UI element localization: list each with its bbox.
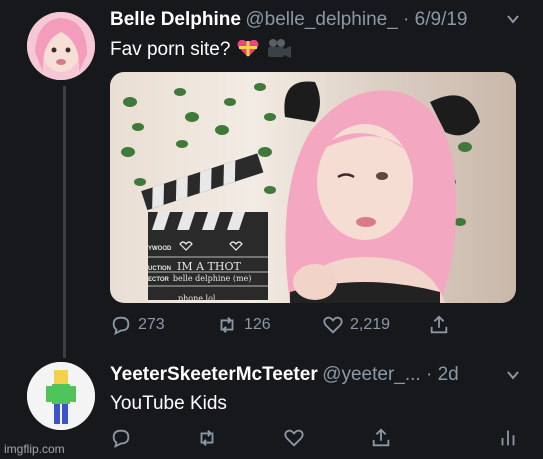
imgflip-watermark: imgflip.com xyxy=(4,442,65,456)
tweet2-header: YeeterSkeeterMcTeeter @yeeter_... · 2d xyxy=(110,364,530,390)
tweet1-like-button[interactable]: 2,219 xyxy=(322,314,390,336)
reply-icon xyxy=(112,429,130,448)
tweet2-like-button[interactable] xyxy=(283,427,305,449)
tweet2-share-button[interactable] xyxy=(370,427,392,449)
tweet1-share-button[interactable] xyxy=(428,314,450,336)
tweet1-text: Fav porn site? xyxy=(110,39,231,60)
tweet2-text: YouTube Kids xyxy=(110,393,227,414)
tweet1-menu-chevron-icon[interactable] xyxy=(506,12,520,29)
tweet2-reply-button[interactable] xyxy=(110,427,132,449)
tweet2-menu-chevron-icon[interactable] xyxy=(506,368,520,385)
share-icon xyxy=(372,428,390,447)
tweet1-like-count: 2,219 xyxy=(350,316,391,333)
retweet-icon xyxy=(220,317,234,333)
movie-camera-emoji-icon xyxy=(266,37,292,64)
tweet1-reply-button[interactable]: 273 xyxy=(110,314,165,336)
clapper-line-2: UCTION xyxy=(148,266,171,272)
retweet-icon xyxy=(200,430,214,446)
tweet1-body: Fav porn site? xyxy=(110,37,292,63)
tweet1-header: Belle Delphine @belle_delphine_ · 6/9/19 xyxy=(110,9,530,35)
reply-icon xyxy=(112,316,130,335)
tweet1-retweet-count: 126 xyxy=(244,316,271,333)
tweet1-display-name[interactable]: Belle Delphine xyxy=(110,9,241,30)
heart-icon xyxy=(284,429,304,447)
clapper-writing-2: belle delphine (me) xyxy=(172,274,252,283)
heart-icon xyxy=(323,316,343,334)
heart-gift-emoji-icon xyxy=(236,37,260,64)
tweet2-handle-date[interactable]: @yeeter_... · 2d xyxy=(322,364,459,385)
tweet1-avatar[interactable] xyxy=(27,12,95,80)
tweet2-avatar[interactable] xyxy=(27,362,95,430)
tweet1-media-image[interactable]: YWOOD UCTION IM A THOT ECTOR belle delph… xyxy=(110,72,516,303)
tweet2-retweet-button[interactable] xyxy=(196,427,218,449)
thread-line xyxy=(63,86,66,358)
tweet1-retweet-button[interactable]: 126 xyxy=(216,314,271,336)
tweet2-analytics-button[interactable] xyxy=(497,427,519,449)
tweet2-display-name[interactable]: YeeterSkeeterMcTeeter xyxy=(110,364,318,385)
clapper-line-1: YWOOD xyxy=(148,246,172,252)
share-icon xyxy=(430,315,448,334)
analytics-icon xyxy=(501,430,515,446)
clapper-writing-1: IM A THOT xyxy=(177,260,241,273)
clapper-writing-3: phone lol xyxy=(178,294,216,303)
tweet1-handle-date[interactable]: @belle_delphine_ · 6/9/19 xyxy=(245,9,467,30)
clapper-line-3: ECTOR xyxy=(148,277,169,283)
tweet1-reply-count: 273 xyxy=(138,316,165,333)
clapper-text: YWOOD UCTION IM A THOT ECTOR belle delph… xyxy=(148,246,270,303)
